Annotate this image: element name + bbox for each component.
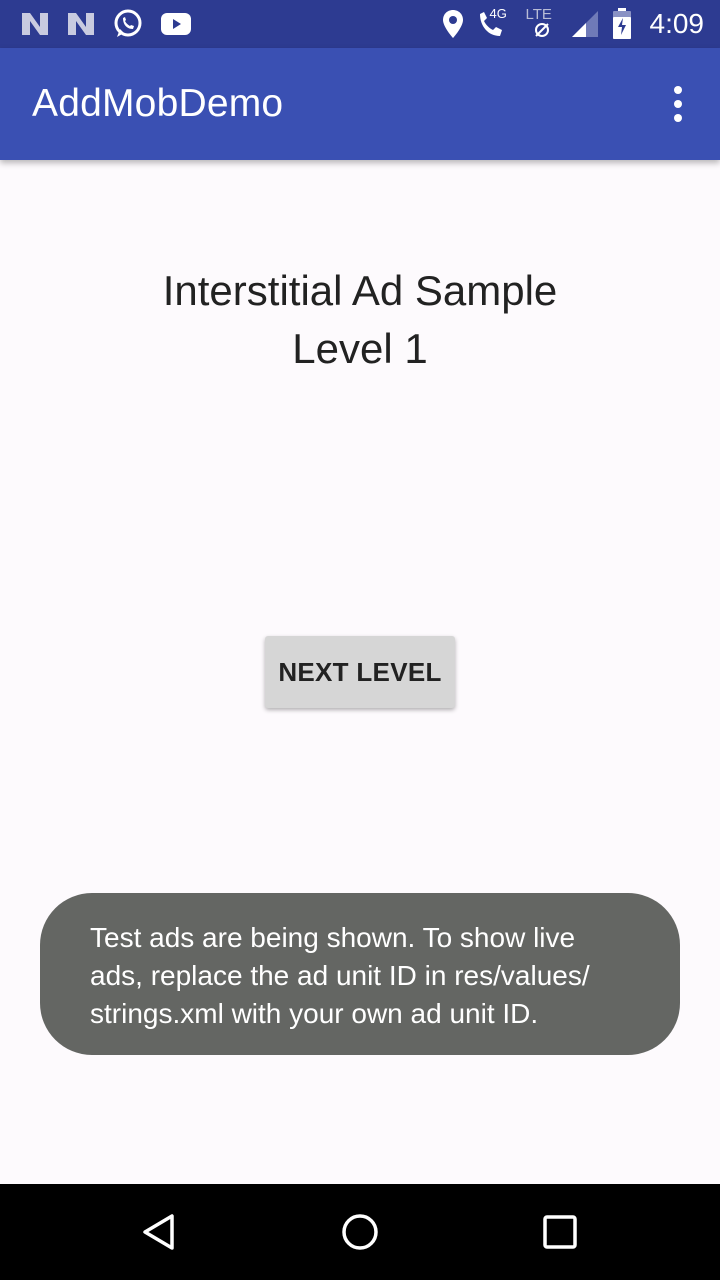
heading-line-2: Level 1 (292, 325, 428, 372)
notification-n-icon (20, 11, 50, 37)
youtube-icon (160, 12, 192, 36)
more-vert-icon[interactable] (654, 72, 702, 136)
overflow-dot (674, 114, 682, 122)
heading-line-1: Interstitial Ad Sample (162, 267, 558, 314)
call-4g-icon: 4G (476, 6, 514, 40)
app-bar: AddMobDemo (0, 48, 720, 160)
toast-message: Test ads are being shown. To show live a… (40, 893, 680, 1055)
app-title: AddMobDemo (32, 82, 284, 125)
status-time: 4:09 (649, 8, 705, 39)
status-bar: 4G LTE 4:09 (0, 0, 720, 48)
status-bar-left (20, 8, 192, 40)
navigation-bar (0, 1184, 720, 1280)
notification-n-icon (66, 11, 96, 37)
location-icon (442, 9, 464, 39)
whatsapp-icon (112, 8, 144, 40)
signal-icon (570, 9, 600, 39)
status-bar-right: 4G LTE 4:09 (442, 6, 705, 40)
toast-line-3: strings.xml with your own ad unit ID. (90, 998, 539, 1029)
back-icon[interactable] (130, 1202, 190, 1262)
home-icon[interactable] (330, 1202, 390, 1262)
network-type-label: 4G (489, 6, 507, 21)
recents-icon[interactable] (530, 1202, 590, 1262)
overflow-dot (674, 100, 682, 108)
content-heading: Interstitial Ad Sample Level 1 (0, 262, 720, 378)
overflow-dot (674, 86, 682, 94)
battery-charging-icon (612, 8, 632, 40)
toast-line-2: ads, replace the ad unit ID in res/value… (90, 960, 590, 991)
lte-icon: LTE (526, 6, 558, 40)
toast-line-1: Test ads are being shown. To show live (90, 922, 576, 953)
next-level-button[interactable]: NEXT LEVEL (265, 636, 455, 708)
